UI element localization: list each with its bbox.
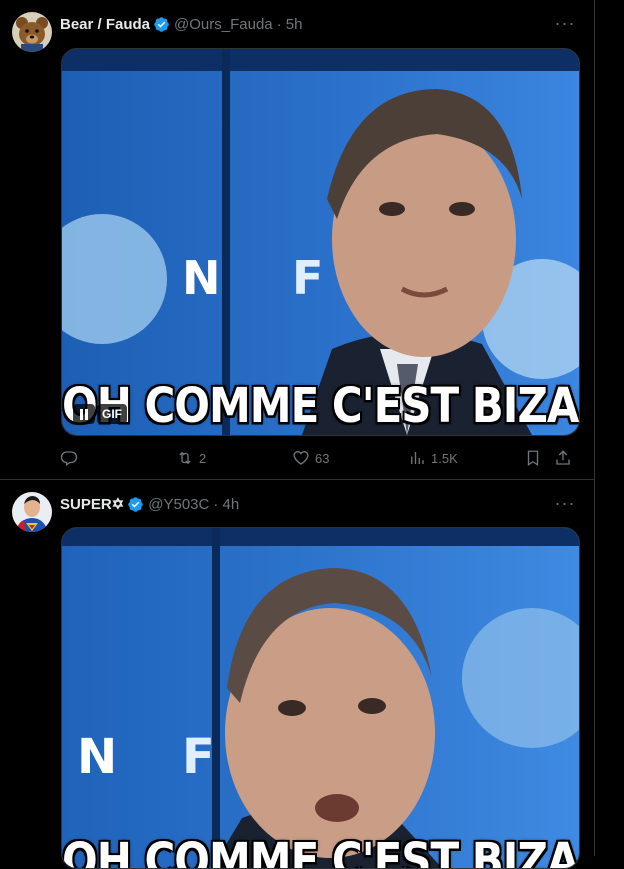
post-actions: 2 63 1.5K	[60, 447, 582, 469]
author-handle[interactable]: @Ours_Fauda	[174, 16, 273, 33]
share-button[interactable]	[554, 449, 578, 467]
post[interactable]: SUPER✡ @Y503C · 4h ··· N F OH COMME C'ES…	[0, 480, 594, 869]
share-icon	[556, 450, 570, 465]
reply-icon	[60, 451, 78, 467]
svg-text:N: N	[77, 729, 117, 785]
like-count: 63	[315, 450, 330, 466]
author-handle[interactable]: @Y503C	[148, 496, 209, 513]
verified-badge-icon	[127, 496, 144, 513]
repost-icon	[179, 451, 191, 465]
gif-caption: OH COMME C'EST BIZARRE	[62, 377, 579, 434]
gif-media[interactable]: N F OH COMME C'EST BIZARRE GIF	[61, 48, 580, 436]
author-name[interactable]: Bear / Fauda	[60, 16, 150, 33]
verified-badge-icon	[153, 16, 170, 33]
post-header: SUPER✡ @Y503C · 4h	[60, 494, 582, 514]
views-button[interactable]: 1.5K	[408, 449, 524, 467]
repost-count: 2	[199, 450, 207, 466]
view-count: 1.5K	[431, 450, 458, 466]
avatar[interactable]	[12, 12, 52, 52]
gif-caption: OH COMME C'EST BIZARRE	[62, 832, 579, 869]
svg-text:N: N	[182, 251, 221, 305]
post[interactable]: Bear / Fauda @Ours_Fauda · 5h ··· N F CO…	[0, 0, 594, 480]
gif-badge: GIF	[97, 404, 127, 424]
post-header: Bear / Fauda @Ours_Fauda · 5h	[60, 14, 582, 34]
gif-controls: GIF	[73, 404, 127, 424]
post-time[interactable]: · 5h	[277, 16, 303, 33]
pause-icon[interactable]	[73, 404, 95, 424]
like-button[interactable]: 63	[292, 449, 408, 467]
views-chart-icon	[411, 452, 424, 464]
more-options-icon[interactable]: ···	[550, 8, 580, 38]
svg-text:F: F	[292, 251, 323, 305]
author-name[interactable]: SUPER✡	[60, 495, 124, 513]
heart-icon	[293, 451, 309, 465]
timeline-feed: Bear / Fauda @Ours_Fauda · 5h ··· N F CO…	[0, 0, 595, 869]
avatar[interactable]	[12, 492, 52, 532]
post-time[interactable]: · 4h	[213, 496, 239, 513]
repost-button[interactable]: 2	[176, 449, 292, 467]
gif-frame: N F	[62, 528, 579, 868]
more-options-icon[interactable]: ···	[550, 488, 580, 518]
bookmark-icon	[527, 450, 539, 467]
reply-button[interactable]	[60, 449, 176, 467]
svg-text:F: F	[182, 729, 215, 785]
bookmark-button[interactable]	[524, 449, 554, 467]
gif-media[interactable]: N F OH COMME C'EST BIZARRE	[61, 527, 580, 869]
